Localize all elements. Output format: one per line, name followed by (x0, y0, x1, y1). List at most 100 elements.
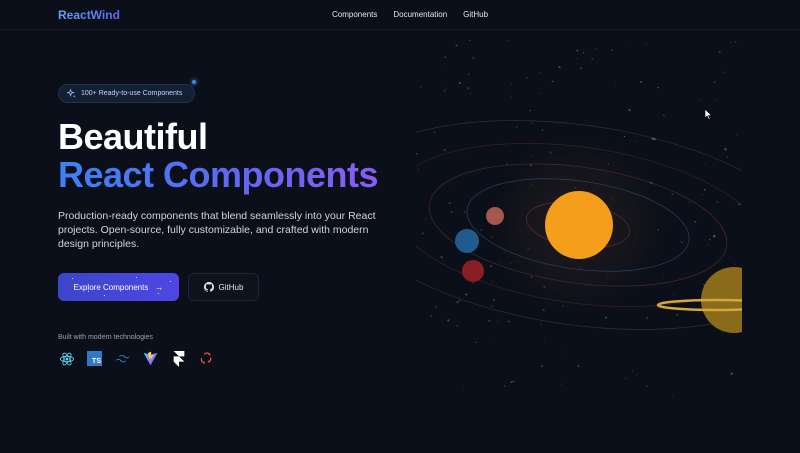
star (435, 306, 437, 308)
star (541, 365, 543, 368)
star (497, 320, 499, 322)
sun (545, 191, 613, 259)
star (467, 87, 470, 90)
nav-link-components[interactable]: Components (332, 10, 377, 19)
star (636, 374, 638, 376)
typescript-icon: TS (86, 350, 103, 367)
star (671, 193, 674, 196)
star (726, 156, 729, 158)
star (507, 40, 510, 41)
typescript-label: TS (92, 358, 101, 365)
star (511, 84, 512, 85)
star (663, 114, 665, 116)
solar-system-graphic (416, 40, 742, 398)
star (539, 71, 541, 74)
star (632, 370, 633, 372)
star (662, 274, 664, 276)
star (734, 263, 736, 265)
star (481, 262, 483, 264)
star (713, 81, 716, 84)
star (489, 265, 493, 268)
explore-components-label: Explore Components (73, 282, 149, 292)
star (623, 135, 626, 138)
star (510, 381, 513, 384)
badge-label: 100+ Ready-to-use Components (81, 90, 183, 97)
framer-icon (170, 350, 187, 367)
star (480, 229, 482, 231)
star (596, 48, 598, 50)
star (433, 131, 436, 134)
navbar: ReactWind Components Documentation GitHu… (0, 0, 800, 30)
nav-links: Components Documentation GitHub (332, 10, 488, 19)
star (458, 82, 461, 84)
star (576, 49, 579, 52)
star (560, 383, 562, 385)
star (713, 235, 716, 238)
star (646, 44, 648, 46)
planet-rose (486, 207, 504, 225)
react-icon (58, 350, 75, 367)
star (730, 42, 732, 44)
star (491, 305, 493, 308)
star (741, 44, 742, 46)
star (417, 168, 420, 171)
nav-link-documentation[interactable]: Documentation (393, 10, 447, 19)
star (472, 56, 475, 60)
star (576, 58, 578, 60)
github-button-label: GitHub (218, 282, 244, 292)
star (444, 149, 446, 151)
hero-title-line1: Beautiful (58, 116, 208, 157)
hero-subtitle: Production-ready components that blend s… (58, 210, 376, 250)
star (580, 67, 583, 70)
star (430, 315, 432, 317)
star (705, 163, 707, 165)
star (577, 365, 580, 368)
star (672, 396, 674, 398)
nav-link-github[interactable]: GitHub (463, 10, 488, 19)
star (634, 140, 636, 142)
star (640, 80, 643, 83)
star (468, 40, 471, 42)
star (565, 351, 567, 353)
vite-icon (142, 350, 159, 367)
star (551, 80, 554, 83)
sparkles-icon (67, 89, 76, 98)
star (611, 49, 613, 51)
hero-title-line2: React Components (58, 154, 379, 195)
star (444, 56, 447, 58)
star (458, 299, 461, 302)
star (475, 341, 477, 343)
star (540, 324, 542, 326)
star (463, 210, 466, 213)
star (541, 129, 544, 131)
star (676, 313, 679, 316)
star (416, 153, 418, 155)
star (463, 158, 465, 159)
star (628, 108, 631, 111)
star (450, 211, 453, 213)
star (657, 86, 659, 89)
tech-icons-row: TS (58, 350, 215, 367)
star (704, 188, 706, 191)
star (447, 319, 450, 322)
github-button[interactable]: GitHub (188, 273, 259, 301)
star (646, 316, 648, 319)
star (583, 52, 585, 54)
star (507, 320, 510, 323)
badge-indicator-dot (192, 80, 196, 84)
star (707, 244, 708, 246)
star (531, 122, 533, 124)
logo[interactable]: ReactWind (58, 8, 120, 22)
star (421, 232, 424, 235)
star (529, 109, 531, 112)
star (709, 238, 711, 241)
star (734, 41, 736, 43)
star (512, 380, 515, 383)
explore-components-button[interactable]: Explore Components → (58, 273, 179, 301)
star (585, 120, 587, 121)
star (544, 338, 546, 340)
star (420, 86, 422, 88)
github-icon (203, 282, 214, 292)
solar-system-scene (416, 40, 742, 400)
planet-blue (455, 229, 479, 253)
